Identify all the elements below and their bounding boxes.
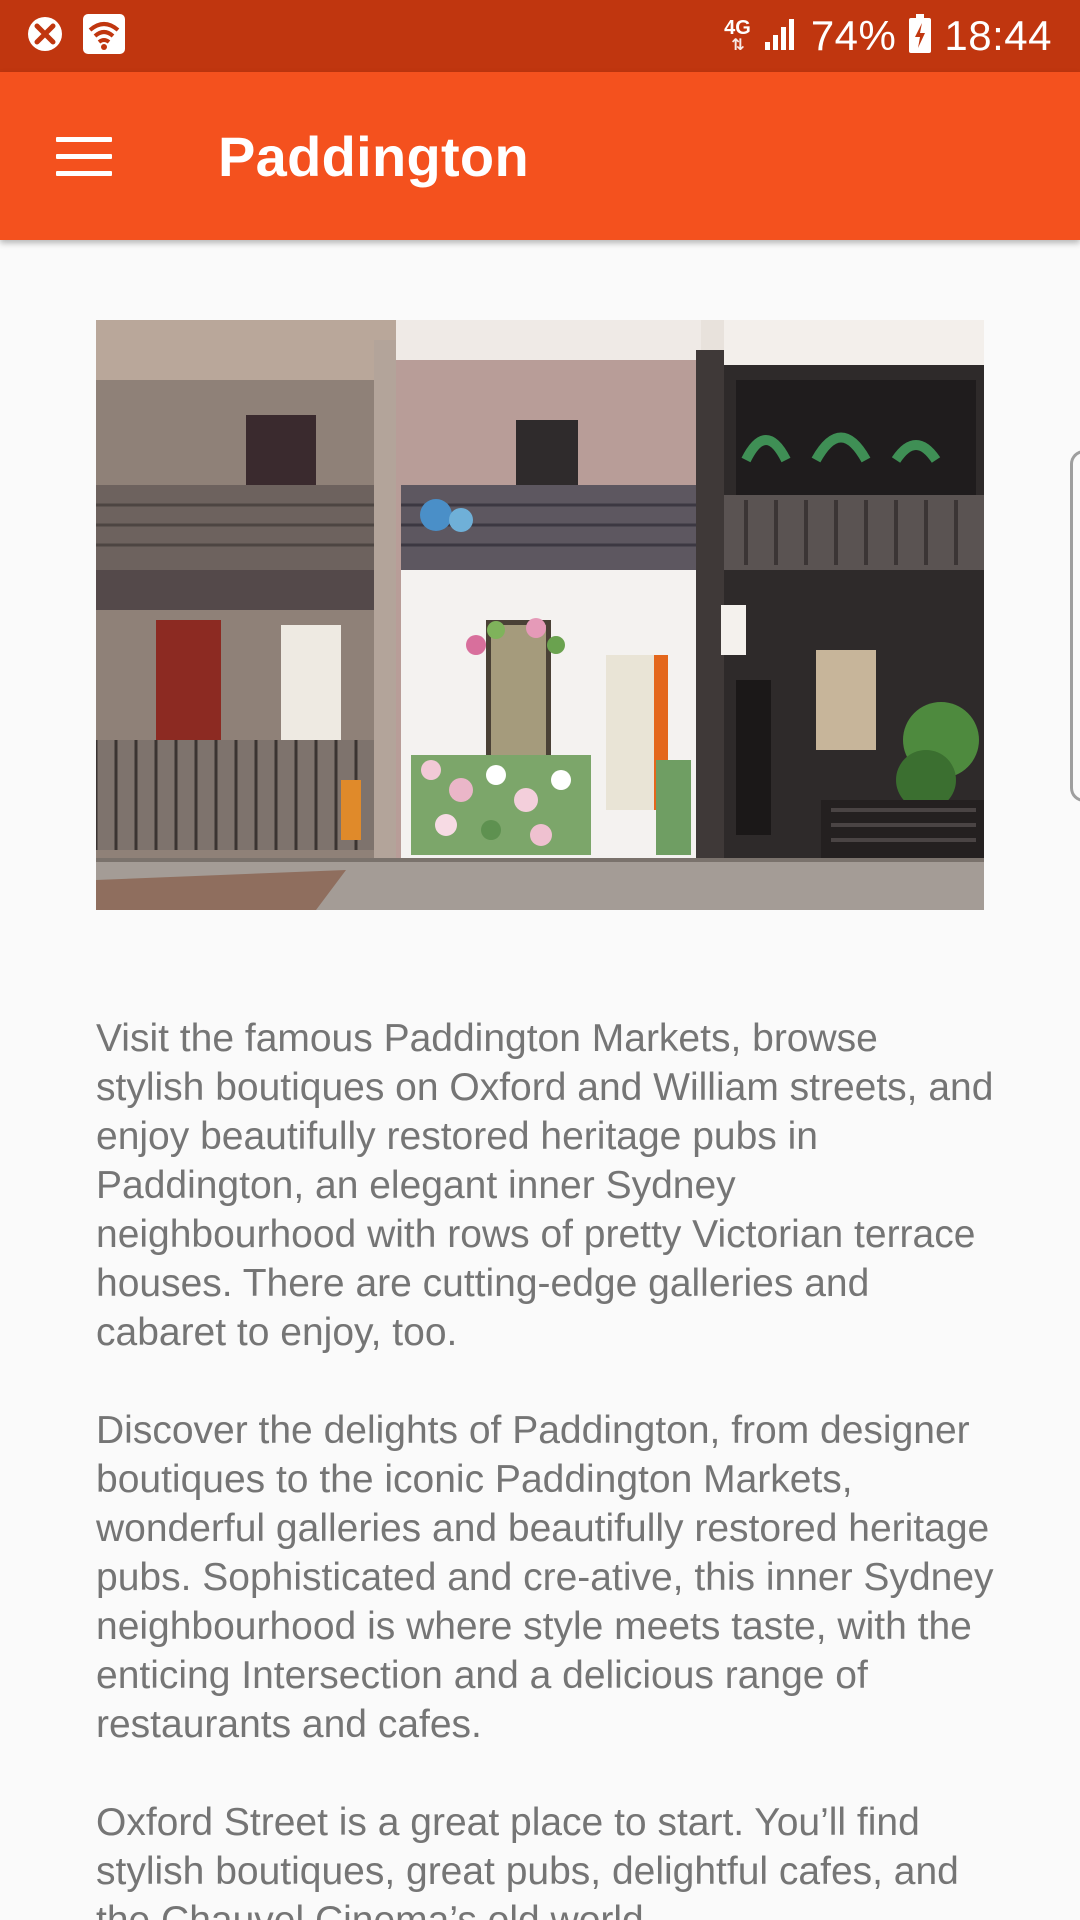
blocked-notification-icon	[26, 15, 64, 58]
network-type-label: 4G	[724, 17, 751, 39]
status-bar: 4G ⇅ 74% 18:44	[0, 0, 1080, 72]
scroll-handle[interactable]	[1070, 450, 1080, 802]
app-bar: Paddington	[0, 72, 1080, 240]
article-paragraph: Visit the famous Paddington Markets, bro…	[96, 1017, 994, 1354]
status-left	[26, 13, 144, 60]
data-arrows-icon: ⇅	[731, 37, 744, 54]
network-type: 4G ⇅	[724, 18, 751, 54]
battery-percent: 74%	[810, 12, 897, 59]
article-paragraph: Oxford Street is a great place to start.…	[96, 1801, 959, 1920]
page-title: Paddington	[218, 124, 529, 188]
wifi-hotspot-icon	[82, 13, 126, 60]
content-scroll-area[interactable]: Visit the famous Paddington Markets, bro…	[0, 240, 1080, 1920]
terrace-houses-photo	[96, 320, 984, 910]
battery-charging-icon	[908, 13, 932, 59]
article-paragraph: Discover the delights of Paddington, fro…	[96, 1409, 994, 1746]
signal-icon	[763, 16, 799, 57]
clock: 18:44	[944, 12, 1052, 59]
status-right: 4G ⇅ 74% 18:44	[712, 12, 1052, 59]
hamburger-menu-icon[interactable]	[42, 114, 126, 198]
article-body: Visit the famous Paddington Markets, bro…	[96, 1014, 996, 1920]
